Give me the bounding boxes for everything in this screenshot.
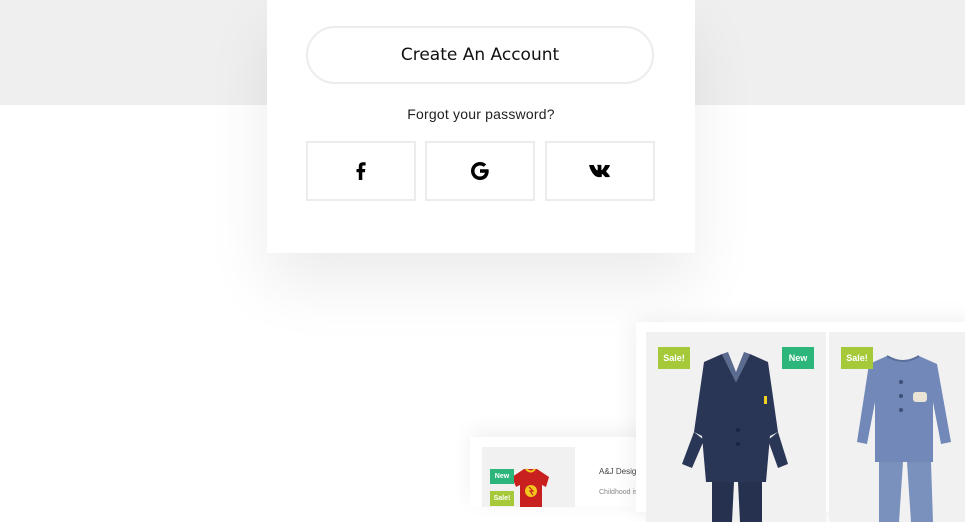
vk-icon <box>589 164 610 178</box>
sale-badge: Sale! <box>490 491 514 506</box>
forgot-password-link[interactable]: Forgot your password? <box>267 106 695 122</box>
product-grid-preview: Sale! New Sale! <box>636 322 965 522</box>
product-title[interactable]: A&J Desig <box>599 467 636 476</box>
sale-badge: Sale! <box>658 347 690 369</box>
product-description: Childhood is <box>599 489 638 496</box>
create-account-button[interactable]: Create An Account <box>306 26 654 84</box>
vk-login-button[interactable] <box>545 141 655 201</box>
product-card[interactable]: Sale! <box>829 332 965 522</box>
sale-badge: Sale! <box>841 347 873 369</box>
new-badge: New <box>490 469 514 484</box>
google-login-button[interactable] <box>425 141 535 201</box>
product-thumbnail[interactable]: New Sale! <box>482 447 575 507</box>
facebook-login-button[interactable] <box>306 141 416 201</box>
new-badge: New <box>782 347 814 369</box>
google-icon <box>471 162 489 180</box>
facebook-icon <box>356 162 366 180</box>
product-card[interactable]: Sale! New <box>646 332 826 522</box>
login-card: Create An Account Forgot your password? <box>267 0 695 253</box>
